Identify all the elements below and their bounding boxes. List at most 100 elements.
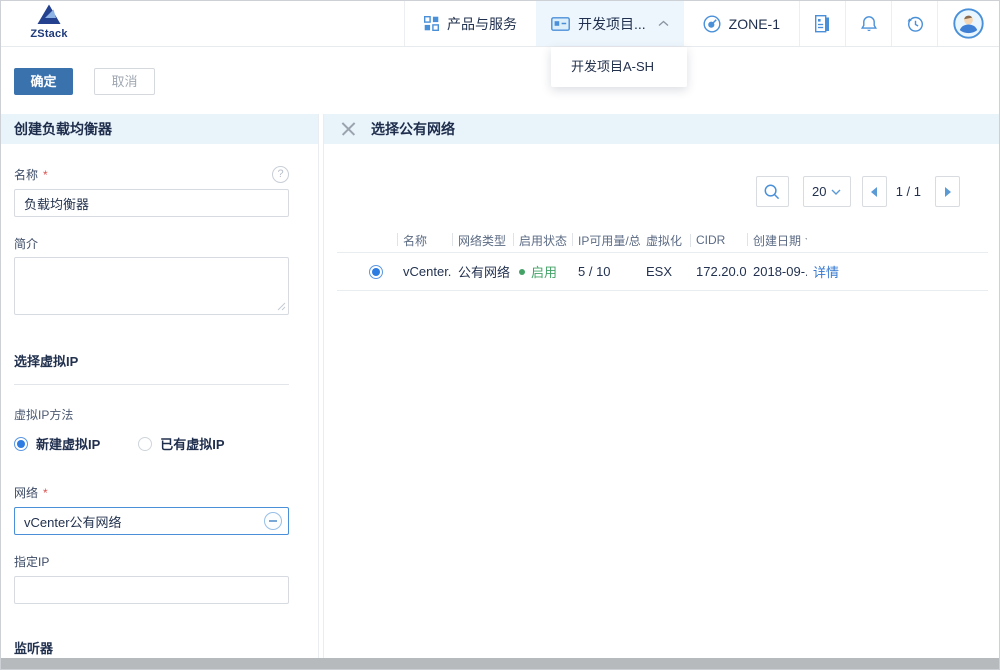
radio-new-vip-label: 新建虚拟IP — [36, 434, 100, 453]
ip-label: 指定IP — [14, 553, 49, 570]
name-input[interactable] — [14, 189, 289, 217]
confirm-button[interactable]: 确定 — [14, 68, 73, 95]
next-arrow-icon — [945, 187, 951, 197]
zstack-logo-icon — [36, 4, 62, 25]
ip-label-row: 指定IP — [14, 553, 289, 570]
vip-method-radios: 新建虚拟IP 已有虚拟IP — [14, 434, 289, 453]
navbar-right-group: 产品与服务 开发项目... ZONE-1 — [404, 1, 999, 46]
cancel-button[interactable]: 取消 — [94, 68, 155, 95]
radio-existing-vip[interactable]: 已有虚拟IP — [138, 434, 224, 453]
main-content: 创建负载均衡器 名称 * ? 简介 选择虚拟IP — [1, 114, 999, 658]
select-network-title: 选择公有网络 — [371, 119, 455, 139]
desc-label: 简介 — [14, 235, 38, 252]
nav-project-selector[interactable]: 开发项目... — [536, 1, 684, 46]
page-size-select[interactable]: 20 — [803, 176, 851, 207]
nav-zone-selector[interactable]: ZONE-1 — [684, 1, 799, 46]
chevron-up-icon — [658, 20, 669, 27]
next-page-button[interactable] — [935, 176, 960, 207]
nav-products-services[interactable]: 产品与服务 — [404, 1, 536, 46]
radio-new-vip[interactable]: 新建虚拟IP — [14, 434, 100, 453]
network-table: 名称 网络类型 启用状态 IP可用量/总额 虚拟化 CIDR 创建日期 — [337, 228, 988, 291]
row-detail-link[interactable]: 详情 — [807, 262, 988, 281]
zstack-logo-text: ZStack — [19, 28, 79, 40]
network-field — [14, 507, 289, 535]
search-button[interactable] — [756, 176, 789, 207]
network-label-row: 网络 * — [14, 484, 289, 501]
prev-arrow-icon — [871, 187, 877, 197]
table-row[interactable]: vCenter... 公有网络 启用 5 / 10 ESX 172.20.0..… — [337, 253, 988, 291]
select-network-header: 选择公有网络 — [324, 114, 1000, 144]
cell-ip-capacity: 5 / 10 — [572, 264, 640, 279]
header-cidr: CIDR — [690, 233, 747, 247]
desc-label-row: 简介 — [14, 235, 289, 252]
nav-history-button[interactable] — [891, 1, 937, 46]
nav-zone-label: ZONE-1 — [729, 16, 780, 32]
prev-page-button[interactable] — [862, 176, 887, 207]
network-label: 网络 — [14, 484, 38, 501]
action-bar: 确定 取消 — [1, 47, 999, 114]
chevron-down-icon — [831, 189, 841, 195]
row-radio-selected-icon — [369, 265, 383, 279]
nav-user-avatar[interactable] — [937, 1, 999, 46]
close-icon[interactable] — [341, 122, 356, 137]
sort-caret-icon — [805, 238, 807, 246]
bottom-page-edge — [1, 658, 999, 670]
zstack-logo[interactable]: ZStack — [19, 4, 79, 40]
document-icon — [813, 14, 832, 34]
remove-network-icon[interactable] — [264, 512, 282, 530]
required-mark: * — [43, 486, 48, 500]
create-lb-panel-header: 创建负载均衡器 — [1, 114, 318, 144]
history-clock-icon — [905, 14, 925, 34]
desc-textarea[interactable] — [14, 257, 289, 315]
radio-selected-icon — [14, 437, 28, 451]
name-label: 名称 — [14, 166, 38, 183]
grid-icon — [424, 16, 439, 31]
desc-field-wrap — [14, 257, 289, 315]
nav-operation-log-button[interactable] — [799, 1, 845, 46]
name-label-row: 名称 * ? — [14, 166, 289, 183]
cell-state: 启用 — [513, 262, 572, 281]
top-navbar: ZStack 产品与服务 开发项目... — [1, 1, 999, 47]
search-icon — [763, 183, 781, 201]
network-input[interactable] — [14, 507, 289, 535]
project-dropdown-menu: 开发项目A-SH — [551, 47, 687, 87]
page-info: 1 / 1 — [896, 184, 921, 199]
ip-input[interactable] — [14, 576, 289, 604]
project-card-icon — [551, 16, 570, 32]
page-size-value: 20 — [812, 184, 826, 199]
state-dot-icon — [519, 269, 525, 275]
header-name: 名称 — [397, 232, 452, 249]
resize-handle-icon[interactable] — [277, 302, 286, 311]
header-virtualization: 虚拟化 — [640, 232, 690, 249]
project-menu-item[interactable]: 开发项目A-SH — [551, 47, 687, 87]
cell-cidr: 172.20.0... — [690, 264, 747, 279]
zone-compass-icon — [703, 15, 721, 33]
create-lb-form: 名称 * ? 简介 选择虚拟IP 虚拟IP方法 — [1, 166, 318, 670]
state-label: 启用 — [531, 262, 557, 281]
vip-method-label: 虚拟IP方法 — [14, 406, 289, 423]
create-lb-panel: 创建负载均衡器 名称 * ? 简介 选择虚拟IP — [1, 114, 319, 658]
row-radio[interactable] — [337, 265, 397, 279]
zstack-app-window: ZStack 产品与服务 开发项目... — [0, 0, 1000, 670]
bell-icon — [859, 14, 879, 34]
radio-existing-vip-label: 已有虚拟IP — [160, 434, 224, 453]
nav-project-label: 开发项目... — [578, 14, 646, 34]
radio-unselected-icon — [138, 437, 152, 451]
cell-name: vCenter... — [397, 264, 452, 279]
select-network-panel: 选择公有网络 20 1 / 1 — [323, 114, 1000, 658]
cell-virtualization: ESX — [640, 264, 690, 279]
header-state: 启用状态 — [513, 232, 572, 249]
header-ip-capacity: IP可用量/总额 — [572, 232, 640, 249]
avatar-icon — [953, 8, 984, 39]
nav-notifications-button[interactable] — [845, 1, 891, 46]
required-mark: * — [43, 168, 48, 182]
cell-created-date: 2018-09-... — [747, 264, 807, 279]
create-lb-title: 创建负载均衡器 — [14, 119, 112, 139]
header-created-date[interactable]: 创建日期 — [747, 232, 807, 249]
vip-section-title: 选择虚拟IP — [14, 351, 289, 385]
nav-products-label: 产品与服务 — [447, 14, 517, 34]
cell-network-type: 公有网络 — [452, 262, 513, 281]
table-header-row: 名称 网络类型 启用状态 IP可用量/总额 虚拟化 CIDR 创建日期 — [337, 228, 988, 253]
table-toolbar: 20 1 / 1 — [324, 176, 960, 207]
help-icon[interactable]: ? — [272, 166, 289, 183]
